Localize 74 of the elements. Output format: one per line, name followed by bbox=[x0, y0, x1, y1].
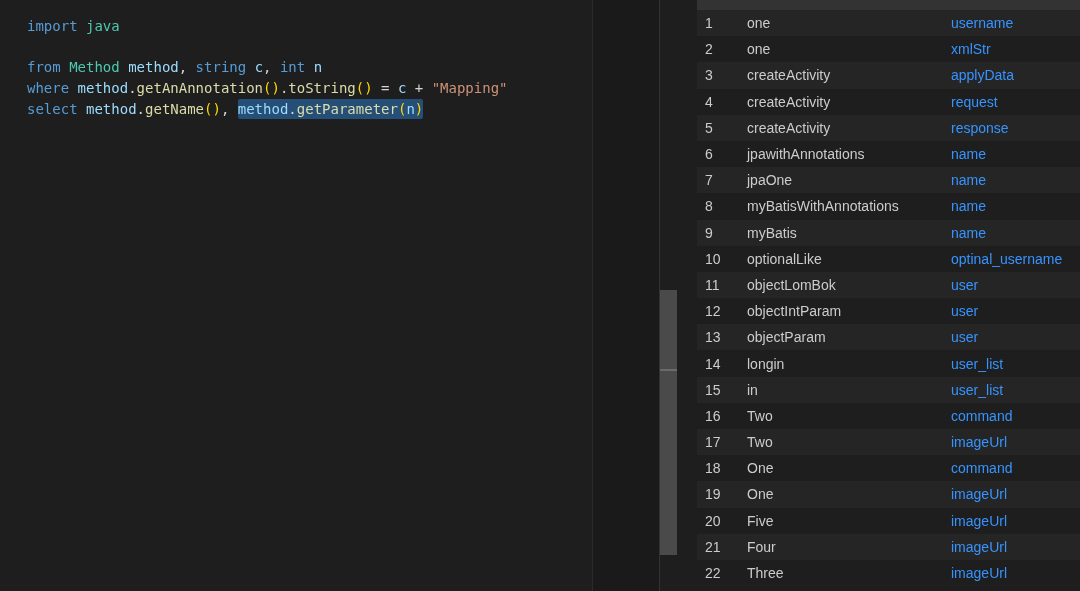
result-link[interactable]: optinal_username bbox=[951, 250, 1063, 267]
table-cell-text: in bbox=[747, 381, 759, 398]
row-number: 19 bbox=[704, 486, 722, 503]
row-number: 7 bbox=[704, 172, 714, 189]
result-link[interactable]: username bbox=[951, 15, 1014, 32]
result-link[interactable]: command bbox=[951, 407, 1013, 424]
result-link[interactable]: imageUrl bbox=[951, 538, 1007, 555]
table-cell-text: myBatisWithAnnotations bbox=[747, 198, 900, 215]
table-cell-text: createActivity bbox=[747, 93, 832, 110]
result-link[interactable]: name bbox=[951, 198, 987, 215]
table-cell-text: one bbox=[747, 15, 772, 32]
row-number: 14 bbox=[704, 355, 722, 372]
table-cell-text: one bbox=[747, 41, 772, 58]
selected-code: method.getParameter(n) bbox=[237, 98, 424, 120]
code-text: select method.getName(), bbox=[27, 99, 231, 119]
table-cell-text: One bbox=[747, 486, 775, 503]
table-cell-text: createActivity bbox=[747, 119, 832, 136]
result-link[interactable]: applyData bbox=[951, 67, 1015, 84]
row-number: 10 bbox=[704, 250, 722, 267]
table-cell-text: Five bbox=[747, 512, 775, 529]
row-number: 12 bbox=[704, 303, 722, 320]
table-cell-text: objectParam bbox=[747, 329, 827, 346]
result-link[interactable]: name bbox=[951, 172, 987, 189]
table-cell-text: Two bbox=[747, 407, 774, 424]
table-cell-text: myBatis bbox=[747, 224, 798, 241]
row-number: 5 bbox=[704, 119, 714, 136]
row-number: 20 bbox=[704, 512, 722, 529]
row-number: 22 bbox=[704, 565, 722, 582]
row-number: 16 bbox=[704, 407, 722, 424]
table-cell-text: One bbox=[747, 460, 775, 477]
row-number: 4 bbox=[704, 93, 714, 110]
row-number: 11 bbox=[704, 276, 721, 293]
code-text: import java bbox=[27, 17, 120, 36]
result-link[interactable]: name bbox=[951, 224, 987, 241]
code-editor[interactable]: import java from Method method, string c, int n where method.getAnAnnotation().toString() = c + "Mapping" select method.getName(), method.getParameter(n) bbox=[0, 0, 592, 591]
table-cell-text: longin bbox=[747, 355, 786, 372]
row-number: 3 bbox=[704, 67, 714, 84]
table-cell-text: jpaOne bbox=[747, 172, 794, 189]
row-number: 17 bbox=[704, 434, 722, 451]
result-link[interactable]: user bbox=[951, 329, 979, 346]
result-link[interactable]: imageUrl bbox=[951, 512, 1007, 529]
result-link[interactable]: imageUrl bbox=[951, 486, 1007, 503]
row-number: 6 bbox=[704, 146, 714, 163]
row-number: 15 bbox=[704, 381, 722, 398]
table-cell-text: Four bbox=[747, 538, 777, 555]
result-link[interactable]: name bbox=[951, 146, 987, 163]
result-link[interactable]: user bbox=[951, 276, 979, 293]
code-text: where method.getAnAnnotation().toString() = c + "Mapping" bbox=[27, 79, 508, 99]
table-cell-text: Three bbox=[747, 565, 785, 582]
result-link[interactable]: user bbox=[951, 303, 979, 320]
scrollbar-thumb[interactable] bbox=[660, 290, 677, 555]
result-link[interactable]: command bbox=[951, 460, 1013, 477]
table-cell-text: jpawithAnnotations bbox=[747, 146, 866, 163]
table-cell-text: optionalLike bbox=[747, 250, 823, 267]
table-cell-text: objectIntParam bbox=[747, 303, 843, 320]
row-number: 8 bbox=[704, 198, 714, 215]
row-number: 21 bbox=[704, 538, 722, 555]
result-link[interactable]: response bbox=[951, 119, 1009, 136]
result-link[interactable]: xmlStr bbox=[951, 41, 991, 58]
table-cell-text: createActivity bbox=[747, 67, 832, 84]
row-number: 13 bbox=[704, 329, 722, 346]
result-link[interactable]: request bbox=[951, 93, 998, 110]
code-text: from Method method, string c, int n bbox=[27, 58, 323, 78]
row-number: 9 bbox=[704, 224, 714, 241]
result-link[interactable]: imageUrl bbox=[951, 434, 1007, 451]
row-number: 18 bbox=[704, 460, 722, 477]
result-link[interactable]: user_list bbox=[951, 381, 1004, 398]
table-cell-text: objectLomBok bbox=[747, 276, 837, 293]
row-number: 1 bbox=[704, 15, 714, 32]
table-cell-text: Two bbox=[747, 434, 774, 451]
result-link[interactable]: imageUrl bbox=[951, 565, 1007, 582]
scroll-marker bbox=[660, 369, 677, 371]
row-number: 2 bbox=[704, 41, 714, 58]
result-link[interactable]: user_list bbox=[951, 355, 1004, 372]
